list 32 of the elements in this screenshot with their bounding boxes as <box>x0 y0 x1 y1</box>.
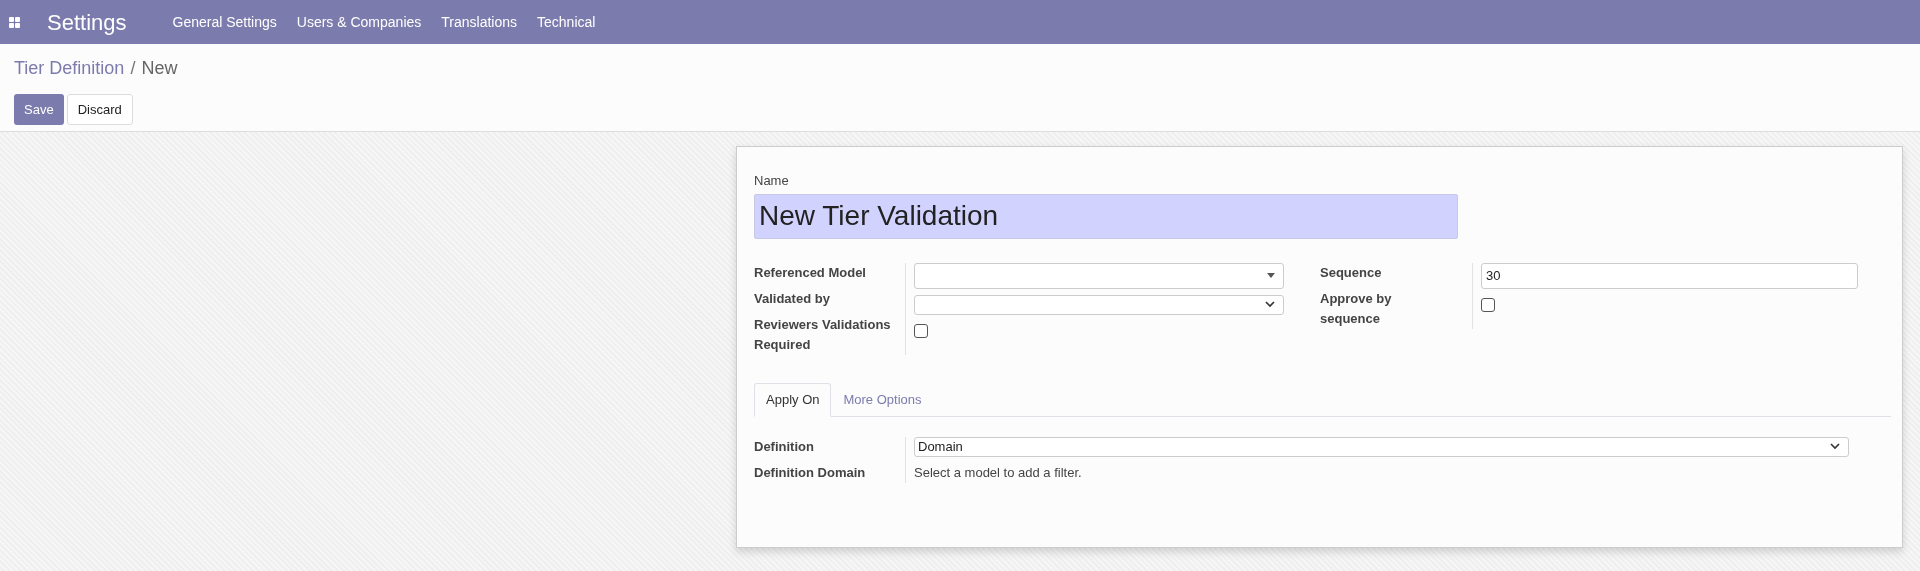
field-label: Approve by sequence <box>1320 289 1393 328</box>
form-tab[interactable]: Apply On <box>754 382 832 417</box>
field-label: Definition <box>754 437 815 456</box>
caret-down-icon <box>1267 273 1275 278</box>
checkbox[interactable] <box>1481 297 1495 312</box>
field-label: Reviewers Validations Required <box>754 315 892 354</box>
field-label: Sequence <box>1320 263 1383 282</box>
save-button[interactable]: Save <box>14 94 64 125</box>
form-tab[interactable]: More Options <box>831 382 934 417</box>
field-label: Name <box>754 172 790 190</box>
breadcrumb-current: New <box>141 57 178 80</box>
menu-link[interactable]: Users & Companies <box>286 11 432 33</box>
field-label: Definition Domain <box>754 463 867 482</box>
field-label: Referenced Model <box>754 263 867 282</box>
menu-link[interactable]: Technical <box>527 11 606 33</box>
text-field[interactable]: 30 <box>1481 262 1858 289</box>
chevron-down-icon <box>1265 301 1275 308</box>
dropdown-field[interactable]: Domain <box>914 436 1849 457</box>
apps-grid-icon[interactable] <box>9 16 20 28</box>
discard-button[interactable]: Discard <box>66 94 133 125</box>
breadcrumb-link[interactable]: Tier Definition <box>14 55 125 82</box>
breadcrumb-separator: / <box>130 57 136 80</box>
checkbox[interactable] <box>914 323 928 338</box>
app-title[interactable]: Settings <box>47 5 127 39</box>
field-label: Validated by <box>754 289 831 308</box>
select-field[interactable] <box>914 262 1284 289</box>
name-field[interactable]: New Tier Validation <box>754 193 1458 239</box>
hint-text: Select a model to add a filter. <box>914 463 1082 482</box>
menu-link[interactable]: General Settings <box>162 11 287 33</box>
chevron-down-icon <box>1830 443 1840 450</box>
dropdown-field[interactable] <box>914 294 1284 315</box>
menu-link[interactable]: Translations <box>431 11 528 33</box>
